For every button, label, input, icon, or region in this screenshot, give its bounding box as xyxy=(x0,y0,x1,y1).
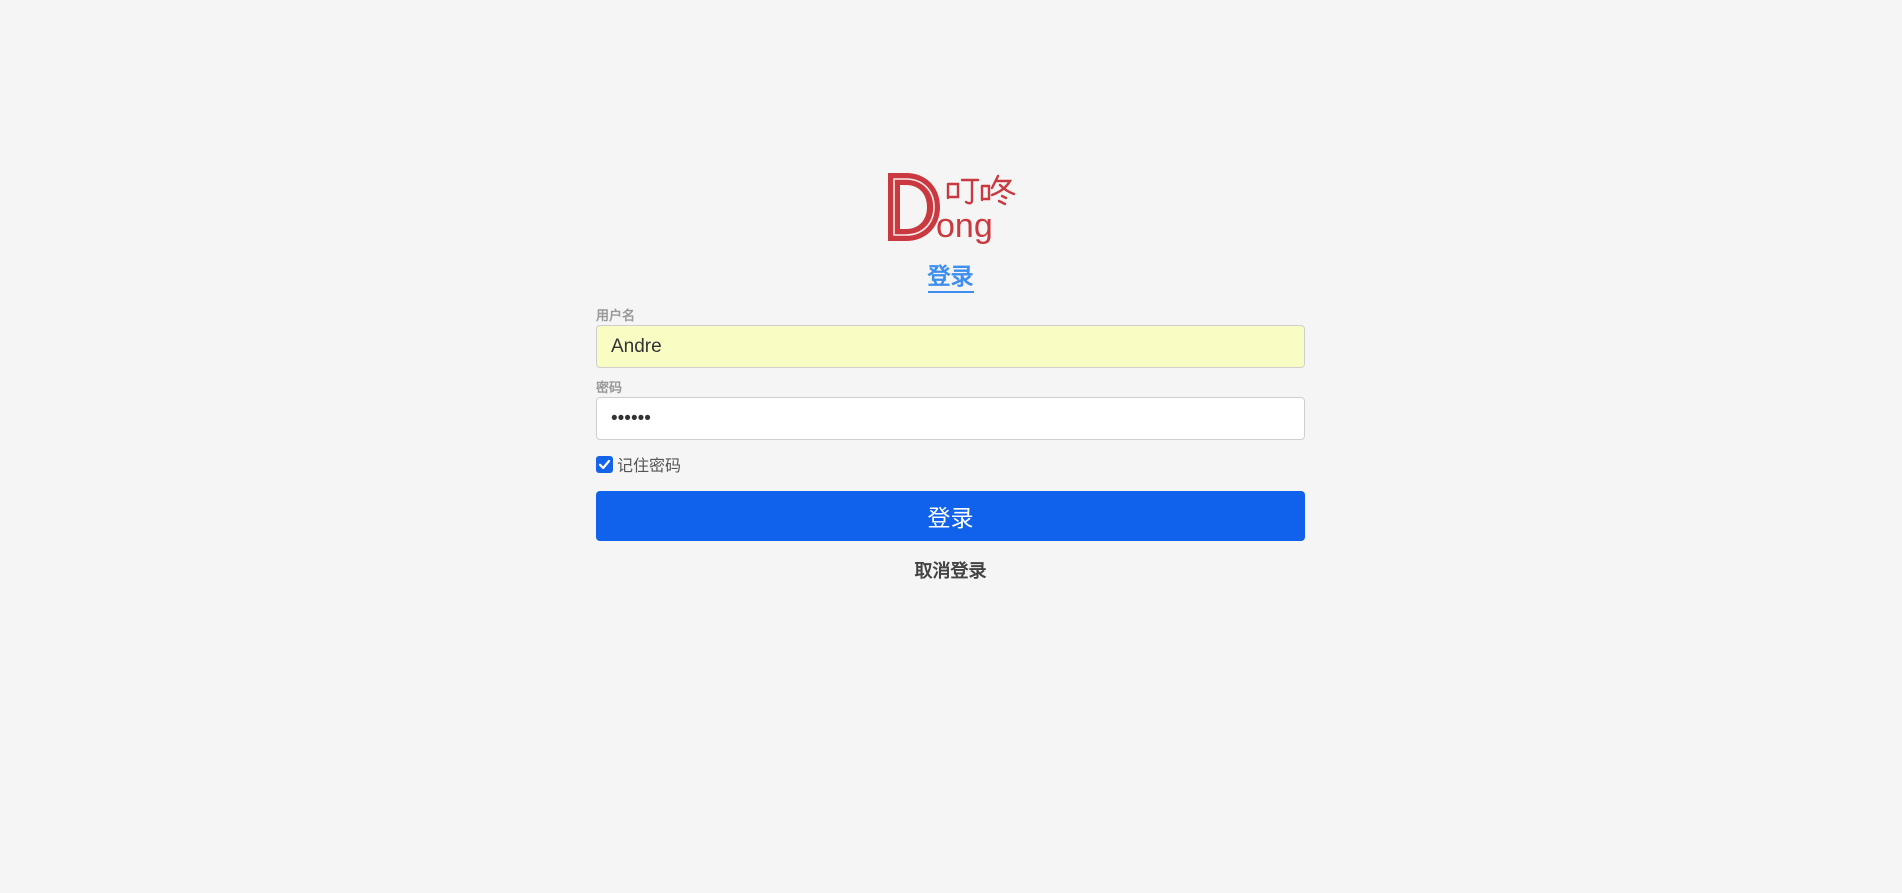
login-button[interactable]: 登录 xyxy=(596,491,1305,541)
logo-calligraphy xyxy=(946,174,1015,206)
cancel-login-row: 取消登录 xyxy=(596,557,1305,583)
cancel-login-link[interactable]: 取消登录 xyxy=(915,561,987,581)
logo-letter-d xyxy=(887,173,940,241)
remember-password-checkbox[interactable] xyxy=(596,455,613,473)
login-panel: ong 登录 用户名 密码 xyxy=(596,170,1305,583)
checkmark-icon xyxy=(598,459,611,469)
tab-login[interactable]: 登录 xyxy=(927,262,974,293)
logo-graphic: ong xyxy=(887,173,1015,245)
remember-password-label[interactable]: 记住密码 xyxy=(617,452,681,476)
auth-tabs: 登录 xyxy=(596,262,1305,298)
logo-letters-ong: ong xyxy=(936,207,993,245)
password-label: 密码 xyxy=(596,380,623,395)
dong-logo: ong xyxy=(886,170,1016,246)
password-input[interactable] xyxy=(596,397,1305,440)
remember-password-row: 记住密码 xyxy=(596,453,1305,475)
username-input[interactable] xyxy=(596,325,1305,368)
login-page: ong 登录 用户名 密码 xyxy=(0,0,1902,893)
username-label: 用户名 xyxy=(596,308,636,323)
